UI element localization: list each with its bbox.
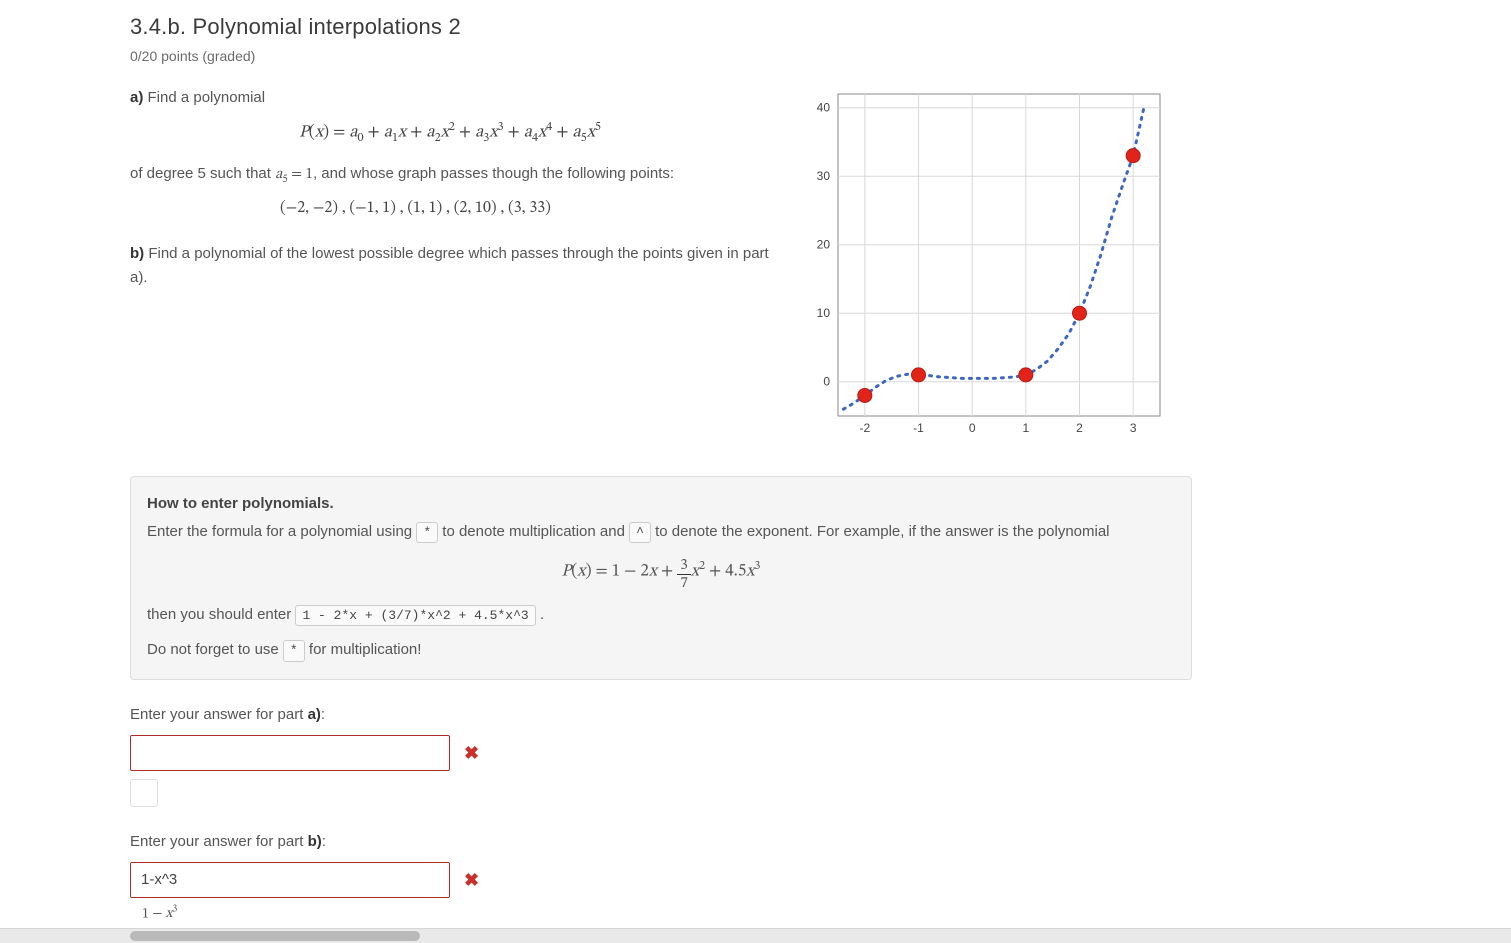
answer-a-preview-chip	[130, 779, 158, 807]
incorrect-icon: ✖	[464, 744, 479, 762]
svg-text:3: 3	[1130, 421, 1137, 435]
part-b-text: b) Find a polynomial of the lowest possi…	[130, 242, 770, 290]
part-b-label: b)	[130, 245, 144, 262]
kbd-star: *	[416, 522, 438, 544]
part-a-label: a)	[130, 89, 143, 106]
answer-b-preview: 1 − x3	[142, 904, 1381, 924]
answer-a-label: Enter your answer for part a):	[130, 706, 1381, 723]
part-a-lead: a) Find a polynomial	[130, 86, 770, 110]
kbd-example: 1 - 2*x + (3/7)*x^2 + 4.5*x^3	[295, 605, 535, 627]
svg-text:20: 20	[817, 238, 831, 252]
help-title: How to enter polynomials.	[147, 491, 1175, 517]
part-a-tail: of degree 5 such that a5 = 1, and whose …	[130, 162, 770, 188]
incorrect-icon: ✖	[464, 871, 479, 889]
scrollbar-thumb[interactable]	[130, 931, 420, 941]
svg-text:0: 0	[823, 375, 830, 389]
horizontal-scrollbar[interactable]	[0, 928, 1511, 943]
answer-a-input[interactable]	[130, 735, 450, 771]
svg-text:30: 30	[817, 169, 831, 183]
answer-b-label: Enter your answer for part b):	[130, 833, 1381, 850]
kbd-caret: ^	[629, 522, 651, 544]
help-box: How to enter polynomials. Enter the form…	[130, 476, 1192, 680]
help-line-2: then you should enter 1 - 2*x + (3/7)*x^…	[147, 602, 1175, 628]
kbd-star-2: *	[283, 640, 305, 662]
svg-text:1: 1	[1022, 421, 1029, 435]
svg-text:-2: -2	[859, 421, 870, 435]
help-line-1: Enter the formula for a polynomial using…	[147, 519, 1175, 545]
help-example-eq: P(x) = 1 − 2x + 37x2 + 4.5x3	[147, 556, 1175, 592]
svg-text:2: 2	[1076, 421, 1083, 435]
page-title: 3.4.b. Polynomial interpolations 2	[130, 14, 1381, 40]
interpolation-chart: -2-10123010203040	[800, 86, 1170, 446]
part-a-points-list: (−2, −2) , (−1, 1) , (1, 1) , (2, 10) , …	[280, 198, 770, 218]
part-a-polynomial-eq: P(x) = a0 + a1x + a2x2 + a3x3 + a4x4 + a…	[130, 120, 770, 146]
points-status: 0/20 points (graded)	[130, 48, 1381, 64]
help-line-3: Do not forget to use * for multiplicatio…	[147, 637, 1175, 663]
answer-b-input[interactable]	[130, 862, 450, 898]
svg-text:0: 0	[969, 421, 976, 435]
svg-text:10: 10	[817, 306, 831, 320]
svg-text:-1: -1	[913, 421, 924, 435]
svg-text:40: 40	[817, 101, 831, 115]
